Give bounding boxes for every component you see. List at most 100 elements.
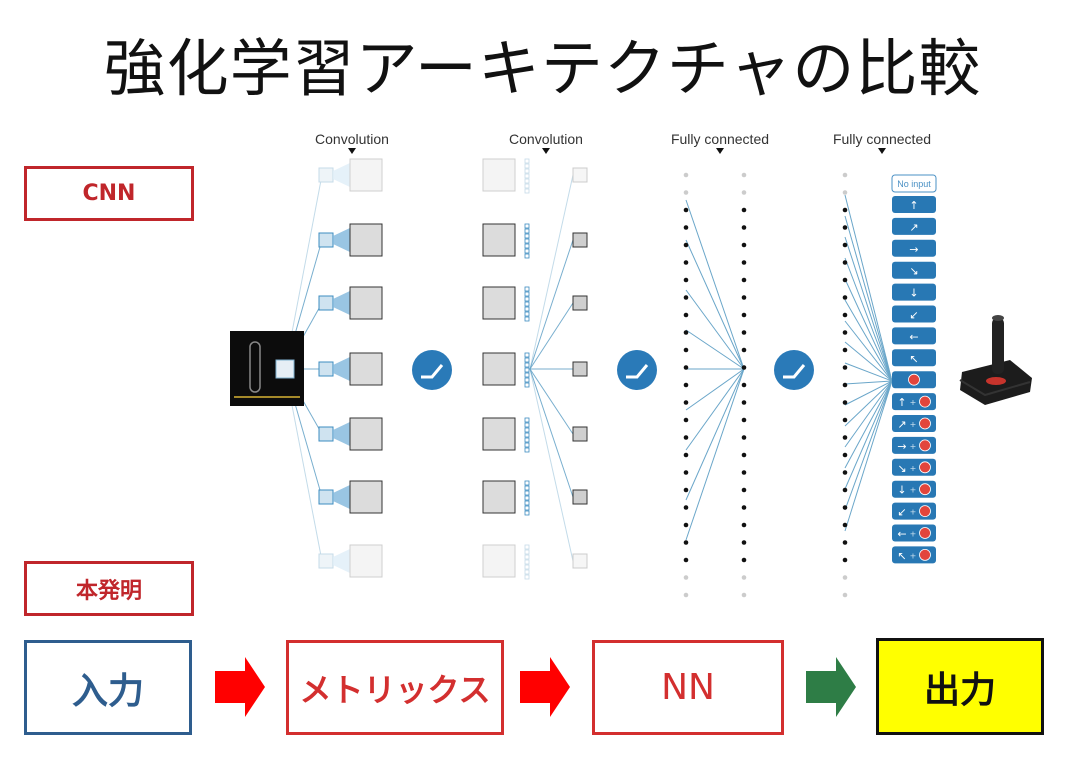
neuron-dot-icon bbox=[741, 592, 747, 598]
filter-stack-icon bbox=[524, 554, 530, 560]
action-arrow-icon: ↓ bbox=[897, 484, 906, 497]
neuron-dot-icon bbox=[842, 295, 848, 300]
connection-line bbox=[844, 299, 893, 382]
feature-map-icon bbox=[482, 480, 516, 514]
feature-map-icon bbox=[482, 544, 516, 578]
game-floor-icon bbox=[234, 396, 300, 398]
filter-patch-icon bbox=[318, 553, 334, 569]
filter-stack-icon bbox=[524, 382, 530, 388]
neuron-dot-icon bbox=[683, 207, 689, 213]
neuron-dot-icon bbox=[842, 260, 848, 265]
filter-stack-icon bbox=[524, 437, 530, 443]
feature-map-icon bbox=[349, 352, 383, 386]
fire-button-icon bbox=[919, 527, 931, 539]
conv-output-node-icon bbox=[572, 295, 588, 311]
fire-button-icon bbox=[908, 373, 920, 386]
layer-marker-icon bbox=[348, 148, 356, 154]
neuron-dot-icon bbox=[683, 592, 689, 598]
projection-icon bbox=[333, 421, 352, 447]
neuron-dot-icon bbox=[741, 487, 747, 493]
output-box: 出力 bbox=[876, 638, 1044, 735]
joystick-stick-icon bbox=[992, 318, 1004, 374]
arrow-icon-1 bbox=[215, 657, 265, 717]
conv-output-node-icon bbox=[572, 426, 588, 442]
filter-stack-icon bbox=[524, 549, 530, 555]
filter-stack-icon bbox=[524, 544, 530, 550]
action-arrow-icon: ↙ bbox=[909, 309, 918, 322]
filter-stack-icon bbox=[524, 238, 530, 244]
layer-marker-icon bbox=[716, 148, 724, 154]
filter-stack-icon bbox=[524, 500, 530, 506]
neuron-dot-icon bbox=[683, 487, 689, 493]
neuron-dot-icon bbox=[683, 400, 689, 405]
neuron-dot-icon bbox=[741, 470, 747, 475]
feature-map-icon bbox=[482, 286, 516, 320]
feature-map-icon bbox=[349, 480, 383, 514]
arrow-icon-3 bbox=[806, 657, 856, 717]
filter-stack-icon bbox=[524, 447, 530, 453]
filter-stack-icon bbox=[524, 311, 530, 317]
neuron-dot-icon bbox=[741, 172, 747, 178]
projection-icon bbox=[333, 356, 352, 382]
conv-output-node-icon bbox=[572, 553, 588, 569]
neuron-dot-icon bbox=[842, 330, 848, 335]
connection-line bbox=[685, 199, 745, 370]
feature-map-icon bbox=[482, 417, 516, 451]
projection-icon bbox=[333, 290, 352, 316]
neuron-dot-icon bbox=[683, 382, 689, 388]
layer-marker-icon bbox=[542, 148, 550, 154]
neuron-dot-icon bbox=[683, 190, 689, 195]
plus-icon: + bbox=[910, 398, 917, 407]
filter-stack-icon bbox=[524, 559, 530, 565]
connection-line bbox=[529, 174, 574, 370]
neuron-dot-icon bbox=[741, 505, 747, 510]
neuron-dot-icon bbox=[683, 295, 689, 300]
connection-line bbox=[685, 368, 745, 541]
plus-icon: + bbox=[910, 464, 917, 473]
connection-line bbox=[529, 368, 574, 498]
connection-line bbox=[844, 194, 893, 382]
action-arrow-icon: ← bbox=[897, 528, 906, 541]
input-box: 入力 bbox=[24, 640, 192, 735]
relu-icon bbox=[774, 350, 814, 390]
fire-button-icon bbox=[919, 549, 931, 561]
filter-patch-icon bbox=[318, 232, 334, 248]
neuron-dot-icon bbox=[683, 522, 689, 528]
filter-stack-icon bbox=[524, 296, 530, 302]
connection-line bbox=[844, 380, 893, 511]
neuron-dot-icon bbox=[741, 540, 747, 545]
filter-stack-icon bbox=[524, 569, 530, 575]
neuron-dot-icon bbox=[683, 470, 689, 475]
projection-icon bbox=[333, 548, 352, 574]
action-arrow-icon: ↘ bbox=[909, 265, 918, 278]
conv-output-node-icon bbox=[572, 232, 588, 248]
neuron-dot-icon bbox=[741, 242, 747, 248]
feature-map-icon bbox=[482, 352, 516, 386]
action-arrow-icon: ↗ bbox=[897, 418, 906, 431]
layer-label: Fully connected bbox=[671, 131, 769, 147]
filter-stack-icon bbox=[524, 427, 530, 433]
neuron-dot-icon bbox=[683, 260, 689, 265]
neuron-dot-icon bbox=[741, 312, 747, 318]
filter-patch-icon bbox=[318, 295, 334, 311]
neuron-dot-icon bbox=[741, 277, 747, 283]
joystick-icon bbox=[959, 315, 1032, 405]
neuron-dot-icon bbox=[842, 172, 848, 178]
filter-stack-icon bbox=[524, 223, 530, 229]
filter-stack-icon bbox=[524, 301, 530, 307]
connection-line bbox=[844, 257, 893, 382]
action-outputs: No input ↑ ↗ → ↘ ↓ ↙ ← ↖ ↑ + ↗ + → + ↘ + ↓ + ↙ + ← + ↖ + bbox=[891, 174, 937, 564]
neuron-dot-icon bbox=[842, 417, 848, 423]
action-arrow-icon: ↗ bbox=[909, 221, 918, 234]
arrow-icon-2 bbox=[520, 657, 570, 717]
plus-icon: + bbox=[910, 551, 917, 560]
filter-stack-icon bbox=[524, 495, 530, 501]
filter-stack-icon bbox=[524, 485, 530, 491]
neuron-dot-icon bbox=[842, 190, 848, 195]
neuron-dot-icon bbox=[683, 540, 689, 545]
relu-icons bbox=[412, 350, 814, 390]
filter-stack-icon bbox=[524, 432, 530, 438]
action-arrow-icon: ↑ bbox=[909, 199, 918, 212]
neuron-dot-icon bbox=[683, 277, 689, 283]
neuron-dot-icon bbox=[842, 242, 848, 248]
